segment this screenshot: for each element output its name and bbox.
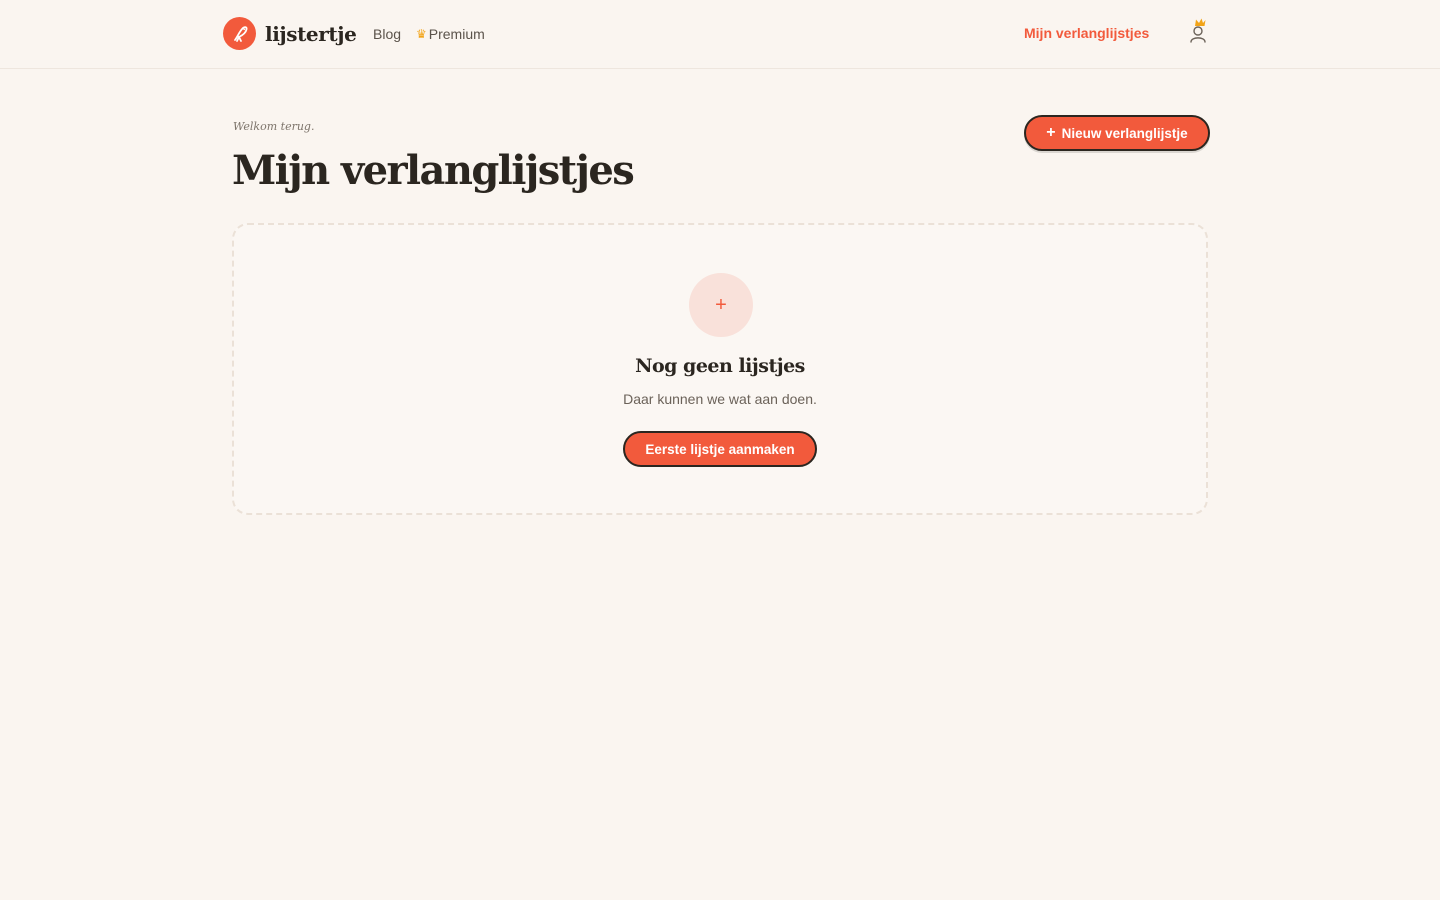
- nav-premium-label: Premium: [428, 26, 485, 42]
- crown-icon: ♛: [416, 27, 427, 41]
- bird-logo-icon: [223, 17, 256, 50]
- user-menu-button[interactable]: [1186, 17, 1212, 47]
- nav-blog-link[interactable]: Blog: [373, 25, 401, 43]
- new-wishlist-button[interactable]: + Nieuw verlanglijstje: [1024, 115, 1210, 151]
- new-wishlist-label: Nieuw verlanglijstje: [1061, 125, 1188, 141]
- crown-badge-icon: [1195, 18, 1206, 26]
- empty-state-subtitle: Daar kunnen we wat aan doen.: [623, 391, 817, 407]
- top-navigation: lijstertje Blog ♛ Premium Mijn verlangli…: [0, 0, 1440, 69]
- plus-icon: +: [689, 273, 753, 337]
- plus-icon: +: [1046, 124, 1056, 141]
- brand-home-link[interactable]: lijstertje: [223, 17, 357, 50]
- welcome-text: Welkom terug.: [233, 120, 315, 133]
- nav-my-wishlists-link[interactable]: Mijn verlanglijstjes: [1024, 25, 1149, 41]
- nav-premium-link[interactable]: ♛ Premium: [416, 25, 485, 43]
- page-title: Mijn verlanglijstjes: [232, 147, 635, 194]
- empty-state-card: + Nog geen lijstjes Daar kunnen we wat a…: [232, 223, 1208, 515]
- user-icon: [1190, 18, 1206, 43]
- brand-name: lijstertje: [265, 21, 357, 46]
- empty-state-title: Nog geen lijstjes: [635, 355, 805, 377]
- create-first-list-button[interactable]: Eerste lijstje aanmaken: [623, 431, 817, 467]
